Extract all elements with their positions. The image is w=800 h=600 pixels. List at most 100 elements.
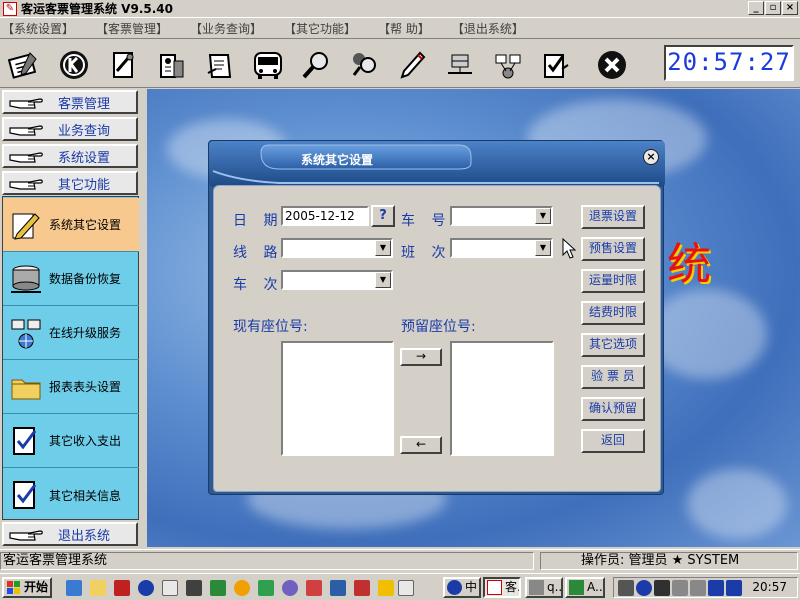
tray-network-icon[interactable]: [672, 580, 688, 596]
tray-app-icon[interactable]: [636, 580, 652, 596]
paint-icon[interactable]: [306, 580, 322, 596]
nav-subpanel: 系统其它设置 数据备份恢复 在线升级服务 报表表头设置 其它收入支出 其它相关信…: [2, 196, 139, 520]
dialog-header: [209, 141, 665, 187]
ie-icon[interactable]: [66, 580, 82, 596]
status-app-name: 客运客票管理系统: [0, 552, 534, 570]
nav-label: 退出系统: [58, 528, 111, 544]
shift-select[interactable]: ▼: [450, 238, 553, 258]
menu-other-functions[interactable]: 【其它功能】: [284, 20, 356, 37]
settlement-limit-button[interactable]: 结费时限: [581, 301, 645, 325]
close-button[interactable]: ×: [782, 1, 798, 15]
move-left-button[interactable]: ←: [400, 436, 442, 454]
network-globe-icon: [11, 319, 41, 348]
tray-display-icon[interactable]: [690, 580, 706, 596]
ticket-app-icon: [487, 580, 502, 595]
dialog-close-button[interactable]: ×: [643, 149, 659, 165]
speaker-icon[interactable]: [618, 580, 634, 596]
current-seats-list[interactable]: [281, 341, 394, 456]
file-icon[interactable]: [398, 580, 414, 596]
sub-item-data-backup[interactable]: 数据备份恢复: [3, 252, 139, 306]
calc-icon[interactable]: [330, 580, 346, 596]
app-icon[interactable]: [210, 580, 226, 596]
folder-icon[interactable]: [90, 580, 106, 596]
tool-icon[interactable]: [258, 580, 274, 596]
route-select[interactable]: ▼: [281, 238, 393, 258]
chevron-down-icon[interactable]: ▼: [375, 272, 391, 288]
move-right-button[interactable]: →: [400, 348, 442, 366]
messenger-icon[interactable]: [138, 580, 154, 596]
tickets-icon[interactable]: [6, 47, 42, 83]
player-icon[interactable]: [234, 580, 250, 596]
server-icon[interactable]: [442, 47, 478, 83]
search-icon[interactable]: [298, 47, 334, 83]
other-options-button[interactable]: 其它选项: [581, 333, 645, 357]
restore-button[interactable]: ▫: [765, 1, 781, 15]
task-ime[interactable]: 中: [443, 577, 481, 598]
plate-select[interactable]: ▼: [450, 206, 553, 226]
chevron-down-icon[interactable]: ▼: [535, 208, 551, 224]
refund-settings-button[interactable]: 退票设置: [581, 205, 645, 229]
nav-ticket-management[interactable]: 客票管理: [2, 90, 138, 114]
tray-lang-icon[interactable]: [726, 580, 742, 596]
presale-settings-button[interactable]: 预售设置: [581, 237, 645, 261]
checkbox-icon[interactable]: [538, 47, 574, 83]
pen-icon[interactable]: [394, 47, 430, 83]
reserved-seats-list[interactable]: [450, 341, 554, 456]
tray-ime-icon[interactable]: [708, 580, 724, 596]
media-icon[interactable]: [186, 580, 202, 596]
network-icon[interactable]: [490, 47, 526, 83]
bus-icon[interactable]: [250, 47, 286, 83]
exit-circle-icon[interactable]: [594, 47, 630, 83]
pointing-hand-icon: [9, 152, 43, 163]
capacity-limit-button[interactable]: 运量时限: [581, 269, 645, 293]
clock-display: 20:57:27: [664, 45, 794, 81]
sub-item-other-info[interactable]: 其它相关信息: [3, 468, 139, 522]
station-icon[interactable]: [154, 47, 190, 83]
users-search-icon[interactable]: [346, 47, 382, 83]
menu-exit[interactable]: 【退出系统】: [452, 20, 524, 37]
sub-item-other-income[interactable]: 其它收入支出: [3, 414, 139, 468]
date-help-button[interactable]: ?: [371, 205, 395, 227]
chevron-down-icon[interactable]: ▼: [375, 240, 391, 256]
edit-icon: [569, 580, 584, 595]
task-window-q[interactable]: q...: [525, 577, 563, 598]
menu-ticket-management[interactable]: 【客票管理】: [96, 20, 168, 37]
sub-item-other-settings[interactable]: 系统其它设置: [3, 198, 139, 252]
task-window-a[interactable]: A...: [565, 577, 605, 598]
checklist-icon: [13, 426, 37, 455]
return-button[interactable]: 返回: [581, 429, 645, 453]
task-ticket-app[interactable]: 客...: [483, 577, 521, 598]
start-button[interactable]: 开始: [2, 577, 52, 598]
date-field[interactable]: 2005-12-12: [281, 206, 369, 226]
k-circle-icon[interactable]: [56, 47, 92, 83]
tray-monitor-icon[interactable]: [654, 580, 670, 596]
sub-item-label: 其它相关信息: [49, 488, 122, 503]
nav-business-query[interactable]: 业务查询: [2, 117, 138, 141]
document-icon[interactable]: [162, 580, 178, 596]
nav-other-functions[interactable]: 其它功能: [2, 171, 138, 195]
plate-label: 车 号: [401, 213, 452, 229]
windows-logo-icon: [7, 581, 20, 594]
trip-select[interactable]: ▼: [281, 270, 393, 290]
nav-exit-system[interactable]: 退出系统: [2, 522, 138, 546]
sub-item-report-header[interactable]: 报表表头设置: [3, 360, 139, 414]
chevron-down-icon[interactable]: ▼: [535, 240, 551, 256]
menu-bar: 【系统设置】 【客票管理】 【业务查询】 【其它功能】 【帮 助】 【退出系统】: [0, 19, 800, 37]
confirm-reserve-button[interactable]: 确认预留: [581, 397, 645, 421]
cursor-tool-icon[interactable]: [114, 580, 130, 596]
sub-item-online-upgrade[interactable]: 在线升级服务: [3, 306, 139, 360]
menu-system-settings[interactable]: 【系统设置】: [2, 20, 74, 37]
ticket-inspector-button[interactable]: 验 票 员: [581, 365, 645, 389]
route-label: 线 路: [233, 245, 284, 261]
menu-business-query[interactable]: 【业务查询】: [190, 20, 262, 37]
play-icon[interactable]: [378, 580, 394, 596]
tools-icon[interactable]: [106, 47, 142, 83]
nav-system-settings[interactable]: 系统设置: [2, 144, 138, 168]
red-app-icon[interactable]: [354, 580, 370, 596]
menu-help[interactable]: 【帮 助】: [378, 20, 430, 37]
minimize-button[interactable]: _: [748, 1, 764, 15]
form-icon[interactable]: [202, 47, 238, 83]
background-logo-text: 统: [667, 239, 711, 290]
globe-icon[interactable]: [282, 580, 298, 596]
sub-item-label: 在线升级服务: [49, 326, 122, 340]
